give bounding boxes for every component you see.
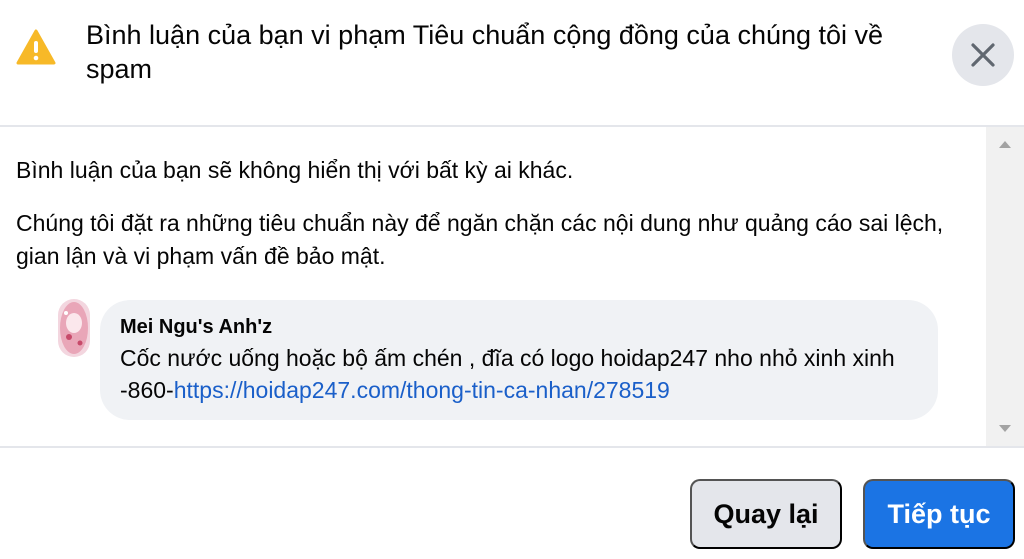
scroll-up-arrow-icon[interactable] [999, 141, 1011, 148]
back-button[interactable]: Quay lại [690, 479, 842, 549]
visibility-notice: Bình luận của bạn sẽ không hiển thị với … [16, 157, 574, 183]
continue-button[interactable]: Tiếp tục [863, 479, 1015, 549]
avatar-image [58, 299, 90, 357]
avatar [58, 299, 90, 357]
comment-link[interactable]: https://hoidap247.com/thong-tin-ca-nhan/… [174, 377, 670, 403]
comment-author[interactable]: Mei Ngu's Anh'z [120, 314, 272, 340]
comment-text: Cốc nước uống hoặc bộ ấm chén , đĩa có l… [120, 342, 920, 406]
standards-explanation: Chúng tôi đặt ra những tiêu chuẩn này để… [16, 210, 944, 269]
scroll-down-arrow-icon[interactable] [999, 425, 1011, 432]
dialog-title: Bình luận của bạn vi phạm Tiêu chuẩn cộn… [86, 20, 884, 84]
comment-bubble: Mei Ngu's Anh'z Cốc nước uống hoặc bộ ấm… [100, 300, 938, 420]
dialog-header: Bình luận của bạn vi phạm Tiêu chuẩn cộn… [0, 0, 1024, 126]
close-icon [971, 43, 995, 67]
spam-warning-dialog: Bình luận của bạn vi phạm Tiêu chuẩn cộn… [0, 0, 1024, 559]
body-scrollbar[interactable] [986, 127, 1024, 446]
close-button[interactable] [952, 24, 1014, 86]
warning-icon [16, 29, 56, 65]
dialog-body: Bình luận của bạn sẽ không hiển thị với … [0, 127, 1024, 446]
dialog-footer: Quay lại Tiếp tục [0, 448, 1024, 559]
